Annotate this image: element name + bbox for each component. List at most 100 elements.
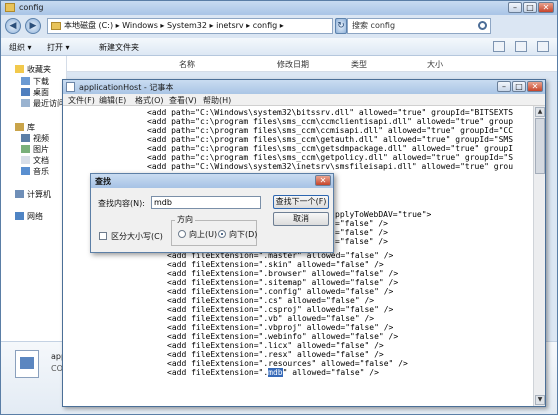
- nav-documents[interactable]: 文档: [21, 155, 49, 166]
- direction-down-radio[interactable]: [218, 230, 226, 238]
- direction-up-radio[interactable]: [178, 230, 186, 238]
- code-line: <add path="c:\program files\sms_ccm\geta…: [147, 135, 514, 144]
- refresh-button[interactable]: ↻: [335, 18, 347, 34]
- recent-places-icon: [21, 99, 30, 107]
- code-line: ="false" />: [335, 219, 388, 228]
- new-folder-button[interactable]: 新建文件夹: [99, 42, 139, 53]
- nav-favorites[interactable]: 收藏夹: [15, 64, 51, 75]
- computer-icon: [15, 190, 24, 198]
- code-line: pplyToWebDAV="true">: [335, 210, 432, 219]
- code-line: <add path="c:\program files\sms_ccm\getp…: [147, 153, 514, 162]
- search-placeholder: 搜索 config: [352, 21, 396, 30]
- menu-view[interactable]: 查看(V): [169, 95, 197, 106]
- column-size[interactable]: 大小: [427, 59, 443, 70]
- notepad-icon: [66, 82, 75, 92]
- column-date[interactable]: 修改日期: [277, 59, 309, 70]
- maximize-button[interactable]: □: [512, 81, 526, 92]
- code-line: <add path="C:\Windows\system32\inetsrv\s…: [147, 162, 514, 171]
- menu-format[interactable]: 格式(O): [135, 95, 164, 106]
- nav-recent[interactable]: 最近访问: [21, 98, 65, 109]
- close-button[interactable]: ✕: [538, 2, 554, 13]
- match-case-label[interactable]: 区分大小写(C): [111, 231, 163, 242]
- help-icon[interactable]: [537, 41, 549, 52]
- minimize-button[interactable]: –: [508, 2, 522, 13]
- menu-bar: 文件(F) 编辑(E) 格式(O) 查看(V) 帮助(H): [63, 94, 545, 106]
- find-next-button[interactable]: 查找下一个(F): [273, 195, 329, 209]
- code-line: <add fileExtension=".skin" allowed="fals…: [167, 260, 384, 269]
- open-button[interactable]: 打开 ▾: [47, 42, 70, 53]
- video-icon: [21, 134, 30, 142]
- find-what-label: 查找内容(N):: [98, 199, 145, 208]
- download-icon: [21, 77, 30, 85]
- code-line: <add fileExtension=".vb" allowed="false"…: [167, 314, 375, 323]
- explorer-navbar: ◀ ▶ 本地磁盘 (C:) ▸ Windows ▸ System32 ▸ ine…: [1, 15, 557, 37]
- column-name[interactable]: 名称: [179, 59, 195, 70]
- direction-up-label[interactable]: 向上(U): [189, 229, 217, 240]
- text-editor[interactable]: <add path="C:\Windows\system32\bitssrv.d…: [63, 106, 533, 406]
- code-line: <add fileExtension=".cs" allowed="false"…: [167, 296, 375, 305]
- scroll-thumb[interactable]: [535, 118, 545, 174]
- scroll-up-icon[interactable]: ▲: [535, 107, 545, 117]
- search-input[interactable]: 搜索 config: [347, 18, 491, 34]
- network-icon: [15, 212, 24, 220]
- cancel-button[interactable]: 取消: [273, 212, 329, 226]
- nav-libraries[interactable]: 库: [15, 122, 35, 133]
- code-line: <add fileExtension=".resx" allowed="fals…: [167, 350, 384, 359]
- code-line: <add fileExtension=".webinfo" allowed="f…: [167, 332, 399, 341]
- nav-computer[interactable]: 计算机: [15, 189, 51, 200]
- match-case-checkbox[interactable]: [99, 232, 107, 240]
- file-thumbnail-icon: [15, 350, 39, 378]
- find-what-input[interactable]: mdb: [151, 196, 261, 209]
- navigation-pane: 收藏夹 下载 桌面 最近访问 库 视频 图片 文档 音乐 计算机 网络: [1, 56, 67, 346]
- code-line: <add path="c:\program files\sms_ccm\gets…: [147, 144, 514, 153]
- address-bar[interactable]: 本地磁盘 (C:) ▸ Windows ▸ System32 ▸ inetsrv…: [47, 18, 333, 34]
- search-highlight: mdb: [268, 368, 283, 377]
- close-button[interactable]: ✕: [527, 81, 543, 92]
- code-line-match: <add fileExtension=".mdb" allowed="false…: [167, 368, 379, 377]
- code-line: <add fileExtension=".resources" allowed=…: [167, 359, 408, 368]
- preview-pane-icon[interactable]: [515, 41, 527, 52]
- command-bar: 组织 ▾ 打开 ▾ 新建文件夹: [1, 38, 557, 56]
- desktop-icon: [21, 88, 30, 96]
- minimize-button[interactable]: –: [497, 81, 511, 92]
- nav-pictures[interactable]: 图片: [21, 144, 49, 155]
- back-button[interactable]: ◀: [5, 18, 21, 34]
- menu-file[interactable]: 文件(F): [68, 95, 95, 106]
- music-icon: [21, 167, 30, 175]
- menu-help[interactable]: 帮助(H): [203, 95, 231, 106]
- document-icon: [21, 156, 30, 164]
- view-options-icon[interactable]: [493, 41, 505, 52]
- column-header: 名称 修改日期 类型 大小: [1, 56, 557, 72]
- explorer-titlebar: config – □ ✕: [1, 1, 557, 15]
- folder-icon: [5, 3, 15, 12]
- code-line: <add path="c:\program files\sms_ccm\ccmi…: [147, 126, 514, 135]
- maximize-button[interactable]: □: [523, 2, 537, 13]
- direction-down-label[interactable]: 向下(D): [229, 229, 257, 240]
- close-button[interactable]: ✕: [315, 175, 331, 186]
- code-line: ="false" />: [335, 237, 388, 246]
- organize-button[interactable]: 组织 ▾: [9, 42, 32, 53]
- find-title: 查找: [95, 177, 111, 186]
- nav-downloads[interactable]: 下载: [21, 76, 49, 87]
- nav-videos[interactable]: 视频: [21, 133, 49, 144]
- column-type[interactable]: 类型: [351, 59, 367, 70]
- nav-network[interactable]: 网络: [15, 211, 43, 222]
- nav-desktop[interactable]: 桌面: [21, 87, 49, 98]
- forward-button[interactable]: ▶: [25, 18, 41, 34]
- find-titlebar: 查找 ✕: [91, 174, 333, 188]
- address-text: 本地磁盘 (C:) ▸ Windows ▸ System32 ▸ inetsrv…: [64, 21, 284, 30]
- code-line: <add fileExtension=".config" allowed="fa…: [167, 287, 394, 296]
- notepad-title: applicationHost - 记事本: [79, 83, 174, 92]
- code-line: <add path="c:\program files\sms_ccm\ccmc…: [147, 117, 514, 126]
- code-line: <add fileExtension=".csproj" allowed="fa…: [167, 305, 394, 314]
- explorer-title: config: [19, 3, 44, 12]
- scroll-down-icon[interactable]: ▼: [535, 395, 545, 405]
- menu-edit[interactable]: 编辑(E): [99, 95, 126, 106]
- nav-music[interactable]: 音乐: [21, 166, 49, 177]
- code-line: <add fileExtension=".browser" allowed="f…: [167, 269, 399, 278]
- direction-label: 方向: [175, 214, 195, 225]
- vertical-scrollbar[interactable]: ▲ ▼: [533, 106, 545, 406]
- folder-icon: [51, 22, 61, 30]
- find-dialog: 查找 ✕ 查找内容(N): mdb 查找下一个(F) 取消 方向 向上(U) 向…: [90, 173, 334, 253]
- star-icon: [15, 65, 24, 73]
